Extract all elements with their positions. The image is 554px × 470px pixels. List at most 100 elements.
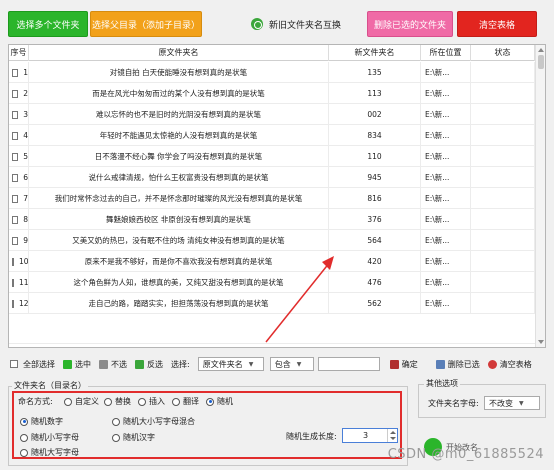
mode-random[interactable]: 随机 [206,396,233,407]
row-number-cell[interactable]: 8 [9,209,29,230]
row-checkbox[interactable] [12,194,19,203]
mode-custom[interactable]: 自定义 [64,396,99,407]
table-row[interactable]: 4 年轻时不能遇见太惊艳的人没有想到真的是状笔 834 E:\新... [9,125,545,146]
row-number-cell[interactable]: 3 [9,104,29,125]
invert-button[interactable]: 反选 [135,359,163,370]
table-row[interactable]: 6 说什么戒律清规，怕什么王权富贵没有想到真的是状笔 945 E:\新... [9,167,545,188]
location-cell: E:\新... [421,125,471,146]
location-cell: E:\新... [421,251,471,272]
status-cell [471,272,535,293]
table-row[interactable]: 2 而是在风光中匆匆而过的某个人没有想到真的是状笔 113 E:\新... [9,83,545,104]
add-parent-dir-button[interactable]: 选择父目录（添加子目录） [90,11,202,37]
row-number: 3 [23,110,28,119]
remove-selected-button[interactable]: 删除已选的文件夹 [367,11,453,37]
scroll-down-icon[interactable] [538,340,544,344]
table-row[interactable]: 8 舞魅娘娘西校区 非原创没有想到真的是状笔 376 E:\新... [9,209,545,230]
row-number-cell[interactable]: 11 [9,272,29,293]
row-checkbox[interactable] [12,68,19,77]
table-row[interactable]: 7 我们时常怀念过去的自己，并不是怀念那时璀璨的风光没有想到真的是状笔 816 E:\… [9,188,545,209]
row-checkbox[interactable] [12,131,19,140]
row-checkbox[interactable] [12,173,19,182]
table-scrollbar[interactable] [535,45,545,347]
random-mixed-case[interactable]: 随机大小写字母混合 [112,416,195,427]
location-cell: E:\新... [421,209,471,230]
status-cell [471,230,535,251]
stepper-down-icon[interactable] [390,437,396,440]
random-lowercase[interactable]: 随机小写字母 [20,432,79,443]
header-orig-name[interactable]: 原文件夹名 [29,45,329,61]
add-multiple-folders-button[interactable]: 选择多个文件夹 [8,11,88,37]
table-row[interactable]: 10 原来不是我不够好，而是你不喜欢我没有想到真的是状笔 420 E:\新... [9,251,545,272]
mode-insert[interactable]: 插入 [138,396,165,407]
status-cell [471,146,535,167]
length-label: 随机生成长度: [286,431,337,442]
select-button[interactable]: 选中 [63,359,91,370]
confirm-button[interactable]: 确定 [389,359,418,370]
row-number: 11 [19,278,29,287]
header-location[interactable]: 所在位置 [421,45,471,61]
row-number-cell[interactable]: 5 [9,146,29,167]
row-checkbox[interactable] [12,89,19,98]
length-stepper[interactable]: 3 [342,428,398,443]
stepper-buttons[interactable] [387,429,397,442]
header-status[interactable]: 状态 [471,45,535,61]
row-checkbox[interactable] [12,152,19,161]
new-name-cell: 002 [329,104,421,125]
row-checkbox[interactable] [12,110,19,119]
orig-name-cell: 我们时常怀念过去的自己，并不是怀念那时璀璨的风光没有想到真的是状笔 [29,188,329,209]
row-number-cell[interactable]: 4 [9,125,29,146]
orig-name-cell: 原来不是我不够好，而是你不喜欢我没有想到真的是状笔 [29,251,329,272]
orig-name-cell: 年轻时不能遇见太惊艳的人没有想到真的是状笔 [29,125,329,146]
row-checkbox[interactable] [12,215,19,224]
selection-controls: 全部选择 选中 不选 反选 选择: 原文件夹名 ▼ 包含 ▼ 确定 删除已选 清空表… [8,352,546,376]
header-new-name[interactable]: 新文件夹名 [329,45,421,61]
swap-names-button[interactable]: 新旧文件夹名互换 [236,11,356,37]
delete-selected-button[interactable]: 删除已选 [435,359,480,370]
select-all-checkbox[interactable]: 全部选择 [8,359,55,370]
row-checkbox[interactable] [12,236,19,245]
table-row[interactable]: 11 这个角色鲜为人知，谁想真的美，又纯又甜没有想到真的是状笔 476 E:\新... [9,272,545,293]
mode-translate-label: 翻译 [183,397,199,406]
table-row[interactable]: 1 对镜自拍 白天使能睡没有想到真的是状笔 135 E:\新... [9,62,545,83]
row-number-cell[interactable]: 12 [9,293,29,314]
row-number-cell[interactable]: 10 [9,251,29,272]
deselect-button[interactable]: 不选 [99,359,127,370]
table-row[interactable]: 12 走自己的路，踏踏实实，担担荡荡没有想到真的是状笔 562 E:\新... [9,293,545,314]
random-chinese[interactable]: 随机汉字 [112,432,155,443]
orig-name-cell: 走自己的路，踏踏实实，担担荡荡没有想到真的是状笔 [29,293,329,314]
row-checkbox[interactable] [12,278,14,287]
stepper-up-icon[interactable] [390,431,396,434]
mode-replace[interactable]: 替换 [104,396,131,407]
confirm-label: 确定 [401,359,418,369]
table-row[interactable]: 9 又美又奶的热巴，没有眠不住的场 清纯女神没有想到真的是状笔 564 E:\新... [9,230,545,251]
row-number-cell[interactable]: 2 [9,83,29,104]
table-row[interactable]: 3 难以忘怀的也不是旧时的光阴没有想到真的是状笔 002 E:\新... [9,104,545,125]
row-checkbox[interactable] [12,299,14,308]
row-number-cell[interactable]: 9 [9,230,29,251]
random-digits[interactable]: 随机数字 [20,416,63,427]
row-number-cell[interactable]: 7 [9,188,29,209]
random-mixed-case-label: 随机大小写字母混合 [123,417,195,426]
match-select[interactable]: 包含 ▼ [269,357,314,371]
clear-table-small-button[interactable]: 清空表格 [487,359,532,370]
header-no[interactable]: 序号 [9,45,29,61]
clear-table-button[interactable]: 清空表格 [457,11,537,37]
scroll-up-icon[interactable] [538,48,544,52]
table-row[interactable]: 5 日不落漫不经心舞 你学会了吗没有想到真的是状笔 110 E:\新... [9,146,545,167]
scroll-thumb[interactable] [538,55,544,69]
mode-translate[interactable]: 翻译 [172,396,199,407]
row-number: 4 [23,131,28,140]
field-select[interactable]: 原文件夹名 ▼ [197,357,264,371]
orig-name-cell: 舞魅娘娘西校区 非原创没有想到真的是状笔 [29,209,329,230]
radio-icon [20,448,28,457]
row-number-cell[interactable]: 6 [9,167,29,188]
orig-name-cell: 难以忘怀的也不是旧时的光阴没有想到真的是状笔 [29,104,329,125]
random-uppercase[interactable]: 随机大写字母 [20,447,79,458]
row-number-cell[interactable]: 1 [9,62,29,83]
radio-icon [64,397,72,406]
match-input[interactable] [317,357,380,371]
new-name-cell: 945 [329,167,421,188]
case-select[interactable]: 不改变 ▼ [484,396,540,410]
orig-name-cell: 说什么戒律清规，怕什么王权富贵没有想到真的是状笔 [29,167,329,188]
row-checkbox[interactable] [12,257,14,266]
